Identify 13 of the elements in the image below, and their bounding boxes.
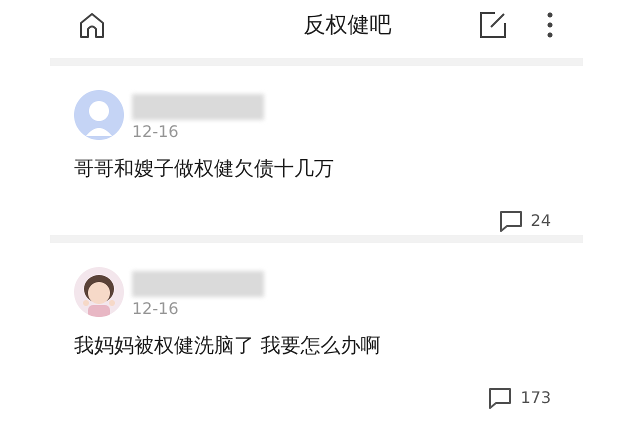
comment-icon[interactable]: [498, 210, 523, 232]
comment-icon[interactable]: [488, 387, 512, 409]
avatar-icon: [74, 90, 124, 140]
post-title[interactable]: 哥哥和嫂子做权健欠债十几万: [74, 156, 559, 181]
compose-icon[interactable]: [479, 11, 507, 39]
comment-count: 173: [520, 387, 551, 409]
comment-count: 24: [530, 210, 551, 232]
forum-title: 反权健吧: [304, 12, 392, 40]
more-icon[interactable]: [547, 12, 553, 38]
home-icon[interactable]: [78, 11, 106, 39]
post-title[interactable]: 我妈妈被权健洗脑了 我要怎么办啊: [74, 333, 559, 358]
post-date: 12-16: [132, 301, 180, 317]
post-date: 12-16: [132, 124, 180, 140]
